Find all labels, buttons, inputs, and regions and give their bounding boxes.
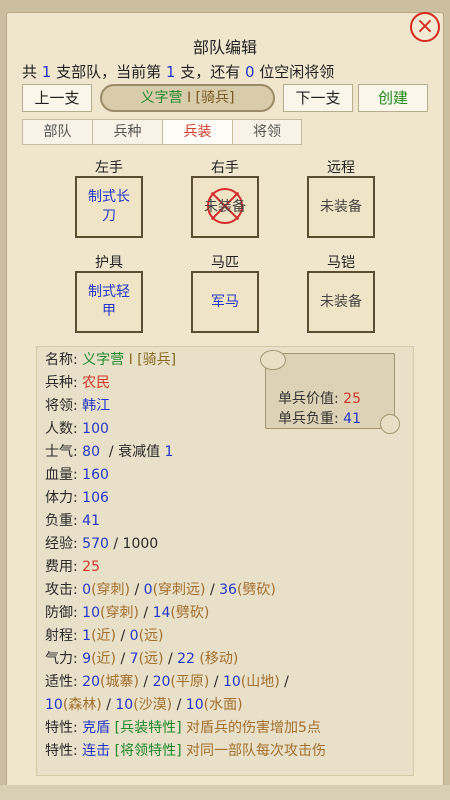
stat-general: 将领: 韩江 xyxy=(45,398,111,414)
current-unit-selector[interactable]: 义字营 Ⅰ [骑兵] xyxy=(100,84,275,112)
left-hand-label: 左手 xyxy=(95,160,123,176)
barding-slot[interactable]: 未装备 xyxy=(307,271,375,333)
right-hand-label: 右手 xyxy=(211,160,239,176)
page-title: 部队编辑 xyxy=(192,38,257,57)
left-hand-slot[interactable]: 制式长刀 xyxy=(75,176,143,238)
unit-info-panel: 单兵价值: 25 单兵负重: 41 名称: 义字营 Ⅰ [骑兵] 兵种: 农民 … xyxy=(36,346,414,776)
left-hand-item: 制式长刀 xyxy=(88,189,130,224)
tab-unit[interactable]: 部队 xyxy=(22,119,92,145)
stat-load: 负重: 41 xyxy=(45,513,100,529)
stat-qi: 气力: 9(近) / 7(远) / 22 (移动) xyxy=(45,651,239,667)
tab-general[interactable]: 将领 xyxy=(232,119,302,145)
stat-stamina: 体力: 106 xyxy=(45,490,109,506)
bottom-edge xyxy=(0,785,450,800)
ranged-label: 远程 xyxy=(327,160,355,176)
barding-label: 马铠 xyxy=(327,255,355,271)
stat-count: 人数: 100 xyxy=(45,421,109,437)
tab-bar: 部队 兵种 兵装 将领 xyxy=(22,119,302,145)
tab-troop-type[interactable]: 兵种 xyxy=(92,119,162,145)
stat-adapt-cont: 10(森林) / 10(沙漠) / 10(水面) xyxy=(45,697,243,713)
armor-slot[interactable]: 制式轻甲 xyxy=(75,271,143,333)
armor-label: 护具 xyxy=(95,255,123,271)
create-unit-button[interactable]: 创建 xyxy=(358,84,428,112)
stat-name: 名称: 义字营 Ⅰ [骑兵] xyxy=(45,352,177,368)
horse-label: 马匹 xyxy=(211,255,239,271)
unit-rank: Ⅰ xyxy=(186,90,192,106)
right-hand-slot[interactable]: 未装备 xyxy=(191,176,259,238)
ranged-item: 未装备 xyxy=(320,198,362,215)
stat-range: 射程: 1(近) / 0(远) xyxy=(45,628,164,644)
armor-item: 制式轻甲 xyxy=(88,284,130,319)
barding-item: 未装备 xyxy=(320,293,362,310)
stat-morale: 士气: 80 / 衰减值 1 xyxy=(45,444,174,460)
stat-defense: 防御: 10(穿刺) / 14(劈砍) xyxy=(45,605,210,621)
troop-summary: 共 1 支部队，当前第 1 支，还有 0 位空闲将领 xyxy=(22,63,335,81)
unit-load-row: 单兵负重: 41 xyxy=(278,411,361,427)
stat-trait-1: 特性: 克盾 [兵装特性] 对盾兵的伤害增加5点 xyxy=(45,720,321,736)
prev-unit-button[interactable]: 上一支 xyxy=(22,84,92,112)
ranged-slot[interactable]: 未装备 xyxy=(307,176,375,238)
horse-item: 军马 xyxy=(211,293,239,310)
unit-type: [骑兵] xyxy=(195,90,235,106)
stat-cost: 费用: 25 xyxy=(45,559,100,575)
tab-equipment[interactable]: 兵装 xyxy=(162,119,232,145)
right-hand-item: 未装备 xyxy=(204,198,246,215)
stat-troop: 兵种: 农民 xyxy=(45,375,111,391)
next-unit-button[interactable]: 下一支 xyxy=(283,84,353,112)
stat-attack: 攻击: 0(穿刺) / 0(穿刺远) / 36(劈砍) xyxy=(45,582,276,598)
unit-value-row: 单兵价值: 25 xyxy=(278,391,361,407)
horse-slot[interactable]: 军马 xyxy=(191,271,259,333)
stat-trait-2: 特性: 连击 [将领特性] 对同一部队每次攻击伤 xyxy=(45,743,327,759)
stat-hp: 血量: 160 xyxy=(45,467,109,483)
unit-name: 义字营 xyxy=(140,90,183,106)
stat-exp: 经验: 570 / 1000 xyxy=(45,536,159,552)
unit-value-scroll: 单兵价值: 25 单兵负重: 41 xyxy=(260,350,400,434)
stat-adapt: 适性: 20(城寨) / 20(平原) / 10(山地) / xyxy=(45,674,289,690)
